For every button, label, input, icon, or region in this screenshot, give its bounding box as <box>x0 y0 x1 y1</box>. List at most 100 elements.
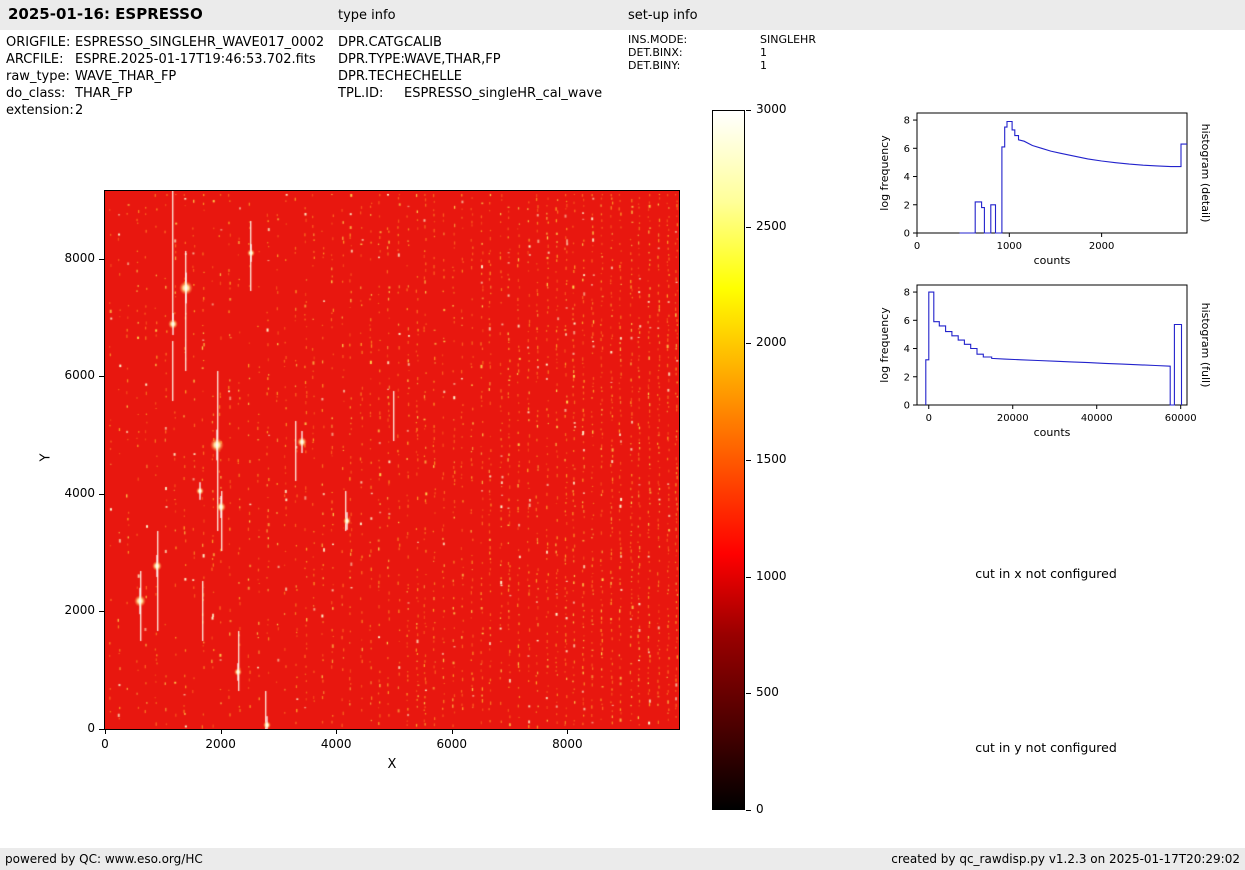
meta-value: WAVE_THAR_FP <box>75 68 176 85</box>
meta-value: CALIB <box>404 34 442 51</box>
y-tick-label: 8 <box>904 288 910 299</box>
meta-value: 2 <box>75 102 83 119</box>
meta-row: ORIGFILE:ESPRESSO_SINGLEHR_WAVE017_0002 <box>6 34 324 51</box>
y-tick-label: 8 <box>904 116 910 127</box>
hist-frame <box>917 113 1187 233</box>
type-info-heading: type info <box>338 8 396 23</box>
meta-value: THAR_FP <box>75 85 132 102</box>
x-tick-label: 0 <box>914 241 920 252</box>
hist-ylabel: log frequency <box>878 135 891 211</box>
file-info-block: ORIGFILE:ESPRESSO_SINGLEHR_WAVE017_0002 … <box>6 34 324 119</box>
y-tick <box>99 494 104 495</box>
y-tick-label: 6000 <box>49 368 95 382</box>
meta-label: DET.BINY: <box>628 59 760 72</box>
y-tick-label: 4 <box>904 344 910 355</box>
histogram-full: 024680200004000060000countslog frequency… <box>875 277 1215 447</box>
meta-row: INS.MODE:SINGLEHR <box>628 33 816 46</box>
histogram-detail: 0 2 4 6 8 0 1000 2000 counts log frequency histogr… <box>875 105 1215 275</box>
y-tick <box>99 611 104 612</box>
meta-label: DPR.TECH: <box>338 68 404 85</box>
type-info-block: DPR.CATG:CALIB DPR.TYPE:WAVE,THAR,FP DPR… <box>338 34 602 102</box>
meta-label: DPR.TYPE: <box>338 51 404 68</box>
colorbar-tick <box>746 810 751 811</box>
x-tick-label: 4000 <box>311 737 361 751</box>
hist-ylabel: log frequency <box>878 307 891 383</box>
colorbar-tick-label: 3000 <box>756 102 787 116</box>
meta-row: DPR.CATG:CALIB <box>338 34 602 51</box>
colorbar <box>712 110 745 810</box>
y-tick-label: 6 <box>904 144 910 155</box>
y-tick-label: 4000 <box>49 486 95 500</box>
y-tick-label: 2 <box>904 200 910 211</box>
cut-x-note: cut in x not configured <box>930 566 1162 581</box>
x-tick <box>567 729 568 734</box>
y-tick-label: 0 <box>904 229 910 240</box>
meta-value: ESPRE.2025-01-17T19:46:53.702.fits <box>75 51 316 68</box>
y-tick-label: 0 <box>904 401 910 412</box>
header-bar: 2025-01-16: ESPRESSO type info set-up in… <box>0 0 1245 30</box>
colorbar-tick <box>746 577 751 578</box>
colorbar-tick <box>746 343 751 344</box>
x-tick-label: 2000 <box>196 737 246 751</box>
colorbar-wrap: 050010001500200025003000 <box>712 110 832 814</box>
x-tick <box>452 729 453 734</box>
meta-row: do_class:THAR_FP <box>6 85 324 102</box>
x-tick-label: 1000 <box>997 241 1022 252</box>
y-tick-label: 2 <box>904 372 910 383</box>
meta-row: DET.BINX:1 <box>628 46 816 59</box>
y-tick-label: 4 <box>904 172 910 183</box>
hist-title: histogram (detail) <box>1199 124 1212 223</box>
colorbar-tick-label: 1000 <box>756 569 787 583</box>
y-tick-label: 2000 <box>49 603 95 617</box>
raw-frame-image <box>105 191 679 729</box>
y-tick <box>99 259 104 260</box>
y-tick-label: 0 <box>49 721 95 735</box>
hist-frame <box>917 285 1187 405</box>
meta-label: TPL.ID: <box>338 85 404 102</box>
footer-credit-right: created by qc_rawdisp.py v1.2.3 on 2025-… <box>891 852 1240 866</box>
meta-label: DPR.CATG: <box>338 34 404 51</box>
meta-label: DET.BINX: <box>628 46 760 59</box>
colorbar-tick-label: 0 <box>756 802 764 816</box>
x-tick-label: 40000 <box>1081 413 1113 424</box>
hist-title: histogram (full) <box>1199 303 1212 388</box>
y-tick <box>99 376 104 377</box>
colorbar-tick-label: 1500 <box>756 452 787 466</box>
colorbar-tick <box>746 227 751 228</box>
colorbar-tick-label: 2500 <box>756 219 787 233</box>
footer-bar: powered by QC: www.eso.org/HC created by… <box>0 848 1245 870</box>
meta-value: ESPRESSO_SINGLEHR_WAVE017_0002 <box>75 34 324 51</box>
meta-row: TPL.ID:ESPRESSO_singleHR_cal_wave <box>338 85 602 102</box>
meta-row: raw_type:WAVE_THAR_FP <box>6 68 324 85</box>
x-axis-label: X <box>104 757 680 772</box>
colorbar-tick <box>746 693 751 694</box>
x-tick <box>221 729 222 734</box>
x-tick-label: 60000 <box>1165 413 1197 424</box>
x-tick-label: 0 <box>926 413 932 424</box>
meta-label: extension: <box>6 102 75 119</box>
meta-row: DPR.TYPE:WAVE,THAR,FP <box>338 51 602 68</box>
x-tick-label: 8000 <box>542 737 592 751</box>
page-title: 2025-01-16: ESPRESSO <box>8 5 203 23</box>
meta-value: 1 <box>760 59 767 72</box>
x-tick-label: 6000 <box>427 737 477 751</box>
x-tick-label: 20000 <box>997 413 1029 424</box>
meta-value: ESPRESSO_singleHR_cal_wave <box>404 85 602 102</box>
setup-info-block: INS.MODE:SINGLEHR DET.BINX:1 DET.BINY:1 <box>628 33 816 72</box>
meta-label: ARCFILE: <box>6 51 75 68</box>
hist-xlabel: counts <box>1034 254 1071 267</box>
meta-value: SINGLEHR <box>760 33 816 46</box>
meta-row: extension:2 <box>6 102 324 119</box>
meta-label: INS.MODE: <box>628 33 760 46</box>
footer-credit-left: powered by QC: www.eso.org/HC <box>5 852 203 866</box>
meta-value: 1 <box>760 46 767 59</box>
meta-label: do_class: <box>6 85 75 102</box>
setup-info-heading: set-up info <box>628 8 698 23</box>
x-tick-label: 2000 <box>1089 241 1114 252</box>
meta-row: ARCFILE:ESPRE.2025-01-17T19:46:53.702.fi… <box>6 51 324 68</box>
y-axis-label: Y <box>38 454 53 462</box>
x-tick-label: 0 <box>80 737 130 751</box>
meta-row: DPR.TECH:ECHELLE <box>338 68 602 85</box>
meta-value: WAVE,THAR,FP <box>404 51 501 68</box>
meta-value: ECHELLE <box>404 68 462 85</box>
